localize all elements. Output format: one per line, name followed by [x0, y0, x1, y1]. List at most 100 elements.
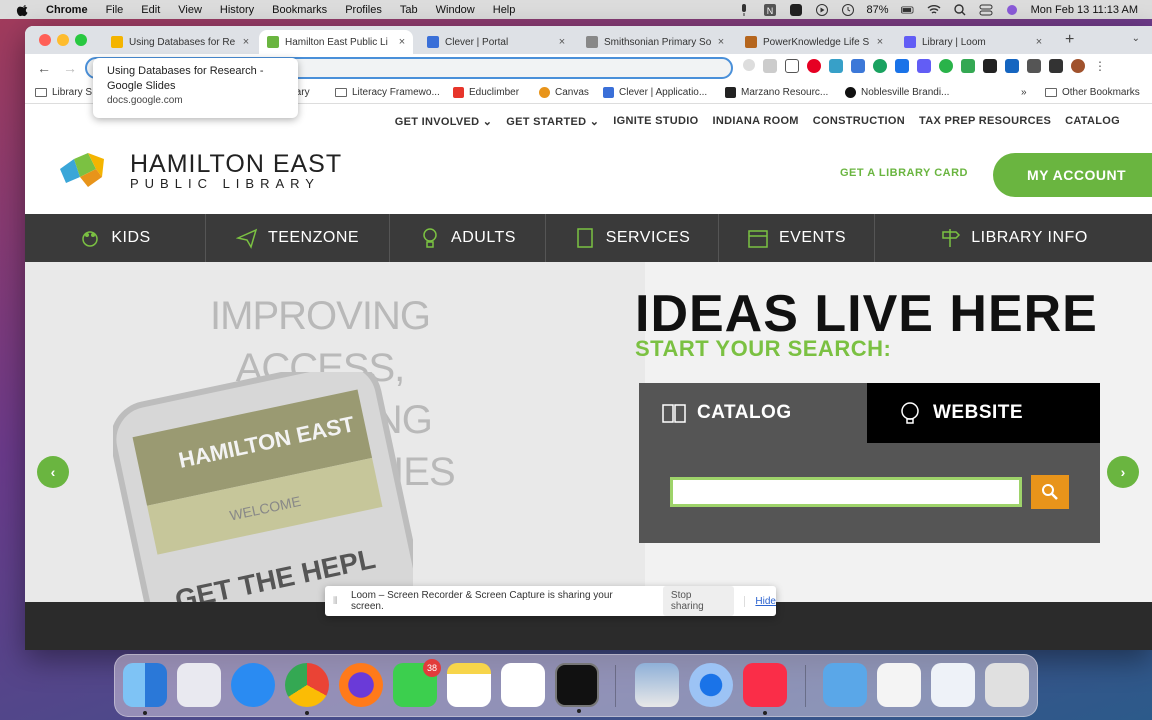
quicktime-icon[interactable]: [689, 663, 733, 707]
nav-catalog[interactable]: CATALOG: [1065, 115, 1120, 128]
trash-icon[interactable]: [985, 663, 1029, 707]
microphone-icon[interactable]: [737, 3, 751, 16]
new-tab-icon[interactable]: +: [1065, 31, 1074, 49]
screenshot-stack-icon[interactable]: [931, 663, 975, 707]
hide-banner-link[interactable]: Hide: [744, 595, 776, 607]
extension-icon[interactable]: [983, 59, 997, 73]
nav-tax-prep[interactable]: TAX PREP RESOURCES: [919, 115, 1051, 128]
my-account-button[interactable]: MY ACCOUNT: [993, 153, 1152, 197]
bookmarks-overflow-icon[interactable]: »: [1021, 87, 1027, 98]
chrome-icon[interactable]: [285, 663, 329, 715]
pinterest-icon[interactable]: [807, 59, 821, 73]
control-center-icon[interactable]: [979, 4, 993, 16]
close-window-button[interactable]: [39, 34, 51, 46]
minimize-window-button[interactable]: [57, 34, 69, 46]
extension-icon[interactable]: [873, 59, 887, 73]
apple-icon[interactable]: [16, 3, 30, 17]
bookmark-item[interactable]: Noblesville Brandi...: [845, 87, 949, 98]
extension-icon[interactable]: [895, 59, 909, 73]
extension-icon[interactable]: [961, 59, 975, 73]
news-icon[interactable]: [501, 663, 545, 707]
terminal-icon[interactable]: [555, 663, 599, 713]
nav-library-info[interactable]: LIBRARY INFO: [875, 214, 1152, 262]
close-tab-icon[interactable]: ×: [873, 36, 887, 48]
nav-teenzone[interactable]: TEENZONE: [206, 214, 390, 262]
menu-profiles[interactable]: Profiles: [345, 4, 382, 16]
launchpad-icon[interactable]: [177, 663, 221, 707]
menu-edit[interactable]: Edit: [141, 4, 160, 16]
drag-handle-icon[interactable]: ⦀: [333, 596, 339, 607]
extension-icon[interactable]: [917, 59, 931, 73]
menu-history[interactable]: History: [220, 4, 254, 16]
search-icon[interactable]: [953, 3, 967, 16]
avatar[interactable]: [1071, 59, 1085, 73]
norton-icon[interactable]: N: [763, 3, 777, 16]
star-icon[interactable]: [785, 59, 799, 73]
nav-indiana-room[interactable]: INDIANA ROOM: [712, 115, 798, 128]
close-tab-icon[interactable]: ×: [555, 36, 569, 48]
share-icon[interactable]: [763, 59, 777, 73]
tab-website[interactable]: WEBSITE: [867, 383, 1100, 443]
menu-help[interactable]: Help: [493, 4, 516, 16]
tab-clever[interactable]: Clever | Portal ×: [419, 30, 573, 54]
tab-smithsonian[interactable]: Smithsonian Primary So ×: [578, 30, 732, 54]
tab-catalog[interactable]: CATALOG: [639, 383, 867, 443]
nav-get-started[interactable]: GET STARTED ⌄: [506, 115, 599, 128]
nav-events[interactable]: EVENTS: [719, 214, 875, 262]
forward-arrow-icon[interactable]: →: [63, 60, 77, 76]
carousel-next-button[interactable]: ›: [1107, 456, 1139, 488]
bookmark-item[interactable]: Canvas: [539, 87, 589, 98]
get-library-card-link[interactable]: GET A LIBRARY CARD: [840, 167, 968, 179]
carousel-slide[interactable]: IMPROVING ACCESS, EXPANDING POSSIBILITIE…: [25, 262, 645, 602]
play-icon[interactable]: [815, 3, 829, 16]
tab-hamilton-east[interactable]: Hamilton East Public Li ×: [259, 30, 413, 54]
downloads-folder-icon[interactable]: [823, 663, 867, 707]
bookmark-item[interactable]: Literacy Framewo...: [335, 87, 440, 98]
search-button[interactable]: [1031, 475, 1069, 509]
tab-search-chevron-icon[interactable]: ⌄: [1132, 33, 1140, 44]
close-tab-icon[interactable]: ×: [239, 36, 253, 48]
bookmark-item[interactable]: Library S: [35, 87, 92, 98]
menu-file[interactable]: File: [106, 4, 124, 16]
menu-bookmarks[interactable]: Bookmarks: [272, 4, 327, 16]
stop-sharing-button[interactable]: Stop sharing: [662, 586, 735, 616]
nav-ignite-studio[interactable]: IGNITE STUDIO: [613, 115, 698, 128]
siri-icon[interactable]: [1005, 4, 1019, 16]
tab-loom[interactable]: Library | Loom ×: [896, 30, 1050, 54]
puzzle-icon[interactable]: [1027, 59, 1041, 73]
zoom-window-button[interactable]: [75, 34, 87, 46]
tab-powerknowledge[interactable]: PowerKnowledge Life S ×: [737, 30, 891, 54]
back-arrow-icon[interactable]: ←: [37, 60, 51, 76]
nav-services[interactable]: SERVICES: [546, 214, 719, 262]
catalog-search-input[interactable]: [670, 477, 1022, 507]
menu-view[interactable]: View: [178, 4, 202, 16]
kebab-menu-icon[interactable]: ⋮: [1093, 59, 1107, 73]
battery-icon[interactable]: [900, 4, 915, 16]
firefox-icon[interactable]: [339, 663, 383, 707]
extension-icon[interactable]: [829, 59, 843, 73]
safari-icon[interactable]: [231, 663, 275, 707]
document-stack-icon[interactable]: [877, 663, 921, 707]
bookmark-item[interactable]: Educlimber: [453, 87, 519, 98]
nav-kids[interactable]: KIDS: [25, 214, 206, 262]
bookmark-item[interactable]: Clever | Applicatio...: [603, 87, 707, 98]
close-tab-icon[interactable]: ×: [395, 36, 409, 48]
google-icon[interactable]: [743, 59, 755, 71]
nav-adults[interactable]: ADULTS: [390, 214, 546, 262]
menubar-clock[interactable]: Mon Feb 13 11:13 AM: [1031, 4, 1138, 16]
library-logo[interactable]: HAMILTON EAST PUBLIC LIBRARY: [58, 151, 342, 191]
notes-icon[interactable]: [447, 663, 491, 707]
bookmark-item[interactable]: Marzano Resourc...: [725, 87, 828, 98]
tab-google-slides[interactable]: Using Databases for Re ×: [103, 30, 257, 54]
time-machine-icon[interactable]: [841, 3, 855, 16]
wifi-icon[interactable]: [927, 4, 941, 16]
shortcut-icon[interactable]: [789, 3, 803, 16]
menu-window[interactable]: Window: [436, 4, 475, 16]
music-icon[interactable]: [743, 663, 787, 715]
extension-icon[interactable]: [851, 59, 865, 73]
messages-icon[interactable]: 38: [393, 659, 441, 707]
extension-icon[interactable]: [939, 59, 953, 73]
carousel-prev-button[interactable]: ‹: [37, 456, 69, 488]
close-tab-icon[interactable]: ×: [1032, 36, 1046, 48]
menu-app-name[interactable]: Chrome: [46, 4, 88, 16]
